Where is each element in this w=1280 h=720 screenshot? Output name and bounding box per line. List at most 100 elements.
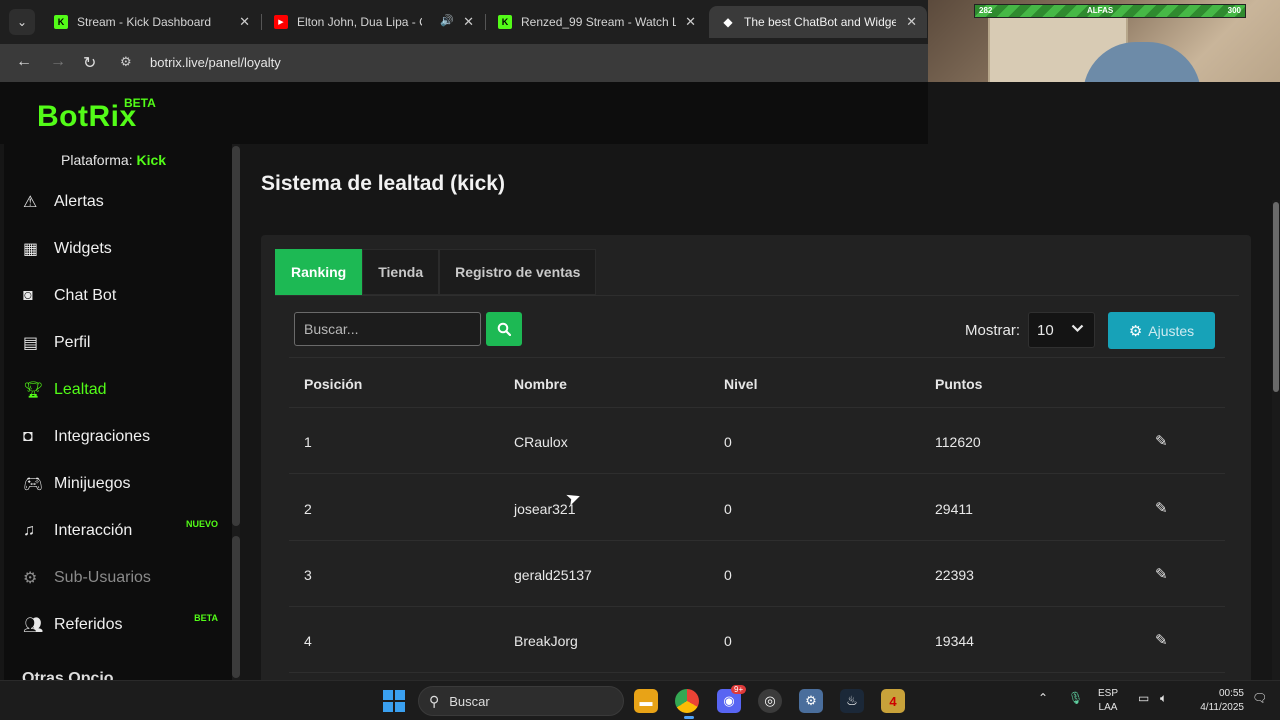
browser-tab[interactable]: ▶ Elton John, Dua Lipa - Cold 🔊 ✕	[262, 6, 484, 38]
browser-tab-bar: ⌄ K Stream - Kick Dashboard ✕ ▶ Elton Jo…	[0, 0, 928, 44]
discord-icon: ◘	[23, 428, 33, 445]
page-size-select[interactable]: 10	[1028, 312, 1095, 348]
keyboard-layout: LAA	[1098, 702, 1118, 713]
health-bar-right-value: 300	[1227, 6, 1241, 15]
youtube-icon: ▶	[274, 15, 288, 29]
steam-icon[interactable]: ♨	[840, 689, 864, 713]
page-scroll-thumb[interactable]	[1273, 202, 1279, 392]
botrix-logo[interactable]: BotRix	[37, 100, 137, 134]
search-icon: ⚲	[429, 692, 440, 709]
row-name: BreakJorg	[514, 633, 578, 649]
clock-time: 00:55	[1218, 688, 1244, 699]
search-button[interactable]	[486, 312, 522, 346]
gamepad-icon: 🎮︎	[23, 476, 44, 493]
show-label: Mostrar:	[965, 322, 1021, 339]
close-icon[interactable]: ✕	[239, 14, 250, 30]
browser-tab[interactable]: K Renzed_99 Stream - Watch Live ✕	[486, 6, 706, 38]
tab-registro-de-ventas[interactable]: Registro de ventas	[439, 249, 597, 295]
chevron-down-icon: ⌄	[16, 15, 28, 29]
volume-icon[interactable]: 🔈︎	[1160, 691, 1167, 706]
chrome-icon[interactable]	[675, 689, 699, 713]
sidebar-item-integraciones[interactable]: ◘ Integraciones	[4, 417, 228, 457]
close-icon[interactable]: ✕	[685, 14, 696, 30]
sidebar: Plataforma: Kick ⚠ Alertas ▦ Widgets ◙ C…	[4, 144, 240, 680]
sidebar-item-lealtad[interactable]: 🏆︎ Lealtad	[4, 370, 228, 410]
network-icon[interactable]: ▭	[1138, 691, 1149, 705]
address-bar: ← → ↻ ⚙ botrix.live/panel/loyalty	[0, 44, 928, 82]
sidebar-scrollbar[interactable]	[232, 144, 240, 680]
tab-tienda[interactable]: Tienda	[362, 249, 440, 295]
sidebar-item-chat-bot[interactable]: ◙ Chat Bot	[4, 276, 228, 316]
close-icon[interactable]: ✕	[906, 14, 917, 30]
browser-tab[interactable]: K Stream - Kick Dashboard ✕	[42, 6, 260, 38]
botrix-icon: ◆	[723, 15, 733, 29]
back-arrow-icon[interactable]: ←	[16, 53, 32, 71]
botrix-page: BotRix BETA Plataforma: Kick ⚠ Alertas ▦…	[0, 82, 1280, 680]
close-icon[interactable]: ✕	[463, 14, 474, 30]
notification-icon[interactable]: 🗨︎	[1252, 691, 1267, 705]
sidebar-item-perfil[interactable]: ▤ Perfil	[4, 323, 228, 363]
page-scrollbar[interactable]	[1272, 200, 1280, 680]
file-explorer-icon[interactable]: ▬	[634, 689, 658, 713]
sidebar-item-label: Sub-Usuarios	[54, 569, 151, 586]
sidebar-item-label: Lealtad	[54, 381, 107, 398]
settings-button[interactable]: ⚙ Ajustes	[1108, 312, 1215, 349]
url-field[interactable]: botrix.live/panel/loyalty	[150, 55, 281, 70]
column-header-position[interactable]: Posición	[304, 376, 362, 392]
windows-start-icon[interactable]	[383, 690, 405, 712]
reload-icon[interactable]: ↻	[83, 53, 96, 73]
obs-icon[interactable]: ◎	[758, 689, 782, 713]
gears-icon: ⚙	[1128, 322, 1143, 340]
app-header: BotRix BETA	[0, 82, 928, 144]
taskbar-search[interactable]: ⚲ Buscar	[418, 686, 624, 716]
tab-ranking[interactable]: Ranking	[275, 249, 363, 295]
sidebar-item-widgets[interactable]: ▦ Widgets	[4, 229, 228, 269]
tab-search-dropdown[interactable]: ⌄	[9, 9, 35, 35]
sidebar-item-interaccion[interactable]: ♫ Interacción NUEVO	[4, 511, 228, 551]
sidebar-item-referidos[interactable]: 👥︎ Referidos BETA	[4, 605, 228, 645]
game-app-icon[interactable]: 4	[881, 689, 905, 713]
table-row: 3 gerald25137 0 22393 ✎	[289, 541, 1225, 607]
sidebar-scroll-thumb[interactable]	[232, 146, 240, 526]
row-level: 0	[724, 434, 732, 450]
speaker-icon[interactable]: 🔊	[440, 14, 454, 27]
site-info-icon[interactable]: ⚙	[120, 54, 132, 70]
column-header-points[interactable]: Puntos	[935, 376, 982, 392]
search-input[interactable]	[294, 312, 481, 346]
platform-label: Plataforma:	[61, 152, 133, 168]
sidebar-item-label: Chat Bot	[54, 287, 117, 304]
loyalty-tabs: Ranking Tienda Registro de ventas	[275, 249, 597, 295]
row-level: 0	[724, 633, 732, 649]
users-gear-icon: ⚙	[23, 570, 38, 587]
sidebar-item-label: Integraciones	[54, 428, 151, 445]
sidebar-item-sub-usuarios[interactable]: ⚙ Sub-Usuarios	[4, 558, 228, 598]
browser-tab-active[interactable]: ◆ The best ChatBot and Widgets ✕	[709, 6, 927, 38]
table-row: 4 BreakJorg 0 19344 ✎	[289, 607, 1225, 673]
pencil-icon[interactable]: ✎	[1155, 432, 1168, 450]
sidebar-item-alertas[interactable]: ⚠ Alertas	[4, 182, 228, 222]
column-header-name[interactable]: Nombre	[514, 376, 567, 392]
logo-beta-badge: BETA	[124, 96, 156, 110]
row-name: gerald25137	[514, 567, 592, 583]
sidebar-item-minijuegos[interactable]: 🎮︎ Minijuegos	[4, 464, 228, 504]
beta-badge: BETA	[194, 613, 218, 623]
row-position: 2	[304, 501, 312, 517]
system-clock[interactable]: 00:55 4/11/2025	[1200, 687, 1244, 715]
microphone-icon[interactable]: 🎙︎	[1068, 691, 1083, 705]
pencil-icon[interactable]: ✎	[1155, 499, 1168, 517]
chevron-up-icon[interactable]: ⌃	[1038, 691, 1048, 705]
search-icon	[497, 322, 511, 336]
row-name: CRaulox	[514, 434, 568, 450]
column-header-level[interactable]: Nivel	[724, 376, 757, 392]
row-name: josear321	[514, 501, 576, 517]
pencil-icon[interactable]: ✎	[1155, 565, 1168, 583]
settings-icon[interactable]: ⚙	[799, 689, 823, 713]
chevron-down-icon	[1071, 324, 1084, 336]
language-indicator[interactable]: ESP LAA	[1098, 687, 1118, 715]
sidebar-item-label: Referidos	[54, 616, 123, 633]
platform-value: Kick	[136, 152, 167, 168]
pencil-icon[interactable]: ✎	[1155, 631, 1168, 649]
forward-arrow-icon[interactable]: →	[50, 53, 66, 71]
robot-icon: ◙	[23, 287, 33, 304]
language-code: ESP	[1098, 688, 1119, 699]
